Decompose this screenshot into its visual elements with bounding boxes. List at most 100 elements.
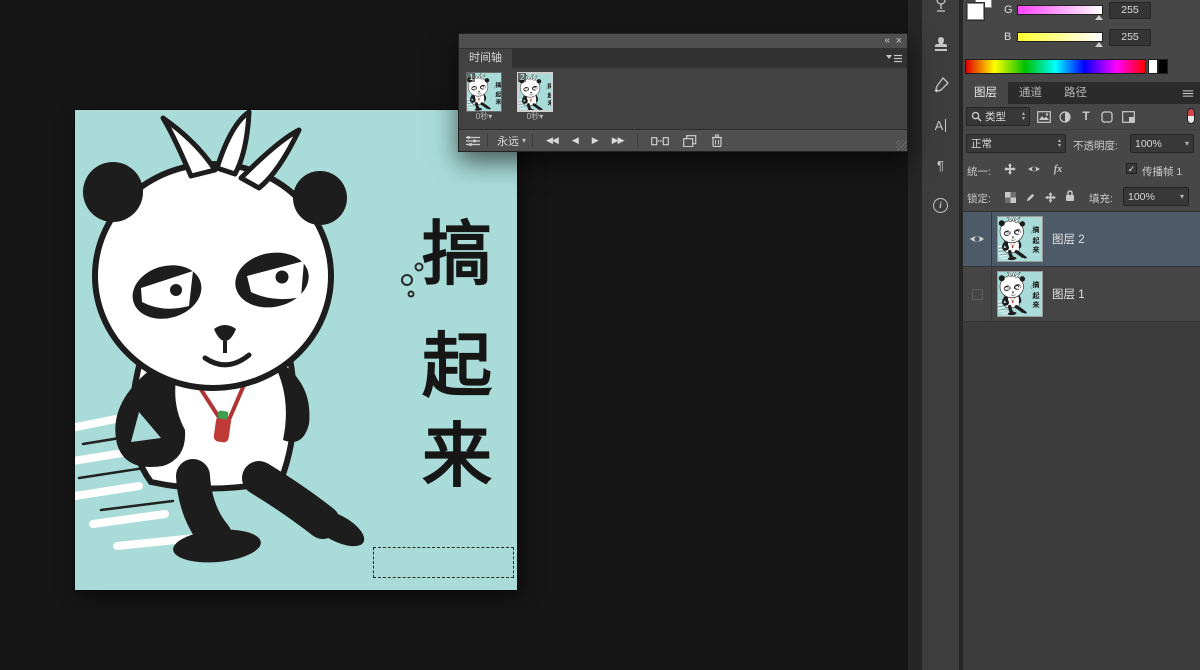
layer-row-2[interactable]: 图层 2 bbox=[963, 212, 1200, 267]
unify-visibility-icon[interactable] bbox=[1025, 160, 1043, 178]
search-icon bbox=[971, 111, 982, 122]
tab-channels[interactable]: 通道 bbox=[1008, 82, 1053, 104]
play-button[interactable]: ▶ bbox=[592, 135, 598, 146]
filter-shape-layers-icon[interactable] bbox=[1098, 108, 1116, 126]
dock-icon-clone-source[interactable] bbox=[922, 26, 959, 64]
eye-hidden-icon bbox=[972, 289, 983, 300]
panel-menu-icon[interactable] bbox=[1181, 89, 1195, 98]
blend-mode-dropdown[interactable]: 正常 ▴▾ bbox=[966, 134, 1066, 153]
frame-delay-dropdown[interactable]: 0秒▾ bbox=[517, 112, 553, 122]
tab-layers[interactable]: 图层 bbox=[963, 82, 1008, 104]
dock-icon-paragraph-panel[interactable]: ¶ bbox=[922, 146, 959, 184]
convert-to-video-timeline-icon[interactable] bbox=[465, 135, 481, 147]
frame-number: 2 bbox=[518, 73, 526, 82]
blend-mode-row: 正常 ▴▾ 不透明度: 100% ▾ bbox=[963, 130, 1200, 157]
lock-all-icon[interactable] bbox=[1061, 187, 1079, 205]
first-frame-button[interactable]: ◀◀ bbox=[546, 135, 558, 146]
lock-label: 锁定: bbox=[967, 191, 991, 206]
filter-pixel-layers-icon[interactable] bbox=[1035, 108, 1053, 126]
propagate-frame-label: 传播帧 1 bbox=[1142, 164, 1182, 179]
next-frame-button[interactable]: ▶▶ bbox=[612, 135, 624, 146]
unify-row: 统一: fx ✓ 传播帧 1 bbox=[963, 157, 1200, 182]
animation-frames: 1 0秒▾ 2 0秒▾ bbox=[459, 68, 907, 129]
unify-label: 统一: bbox=[967, 164, 991, 179]
visibility-toggle[interactable] bbox=[963, 212, 992, 267]
layer-thumbnail[interactable] bbox=[997, 271, 1043, 317]
propagate-frame-checkbox[interactable]: ✓ bbox=[1126, 163, 1137, 174]
delete-frame-button[interactable] bbox=[711, 134, 723, 147]
panel-tab-strip: 图层 通道 路径 bbox=[963, 82, 1200, 104]
divider bbox=[532, 134, 533, 147]
foreground-color-swatch[interactable] bbox=[967, 3, 984, 20]
lock-transparency-icon[interactable] bbox=[1001, 188, 1019, 206]
tab-timeline[interactable]: 时间轴 bbox=[459, 49, 512, 68]
collapse-panel-icon[interactable]: « bbox=[884, 34, 890, 48]
chevron-down-icon: ▾ bbox=[1180, 192, 1184, 201]
fill-dropdown[interactable]: 100% ▾ bbox=[1123, 187, 1189, 206]
blue-slider-thumb[interactable] bbox=[1095, 42, 1103, 47]
frame-number: 1 bbox=[467, 73, 475, 82]
black-swatch[interactable] bbox=[1158, 59, 1168, 74]
visibility-toggle[interactable] bbox=[963, 267, 992, 322]
opacity-dropdown[interactable]: 100% ▾ bbox=[1130, 134, 1194, 153]
layer-name[interactable]: 图层 2 bbox=[1052, 231, 1085, 247]
eye-icon bbox=[969, 233, 985, 245]
panel-dock: A ¶ i G 255 B 255 图层 通道 bbox=[908, 0, 1200, 670]
divider bbox=[487, 134, 488, 147]
dock-icon-brush-presets[interactable] bbox=[922, 66, 959, 104]
green-channel-label: G bbox=[1004, 4, 1013, 16]
panel-column: G 255 B 255 图层 通道 路径 bbox=[963, 0, 1200, 670]
timeline-tab-strip: 时间轴 bbox=[459, 49, 907, 68]
dock-icon-info-panel[interactable]: i bbox=[922, 186, 959, 224]
document-canvas[interactable] bbox=[75, 110, 517, 590]
color-spectrum-ramp[interactable] bbox=[965, 59, 1146, 74]
loop-option-dropdown[interactable]: 永远 ▾ bbox=[494, 133, 526, 149]
timeline-panel: « × 时间轴 1 0秒▾ 2 0秒▾ bbox=[458, 33, 908, 152]
lock-position-icon[interactable] bbox=[1041, 188, 1059, 206]
resize-grip[interactable] bbox=[896, 140, 907, 151]
layer-thumbnail[interactable] bbox=[997, 216, 1043, 262]
tab-paths[interactable]: 路径 bbox=[1053, 82, 1098, 104]
color-panel: G 255 B 255 bbox=[963, 0, 1200, 82]
opacity-label: 不透明度: bbox=[1073, 138, 1118, 153]
timeline-titlebar[interactable]: « × bbox=[459, 34, 907, 49]
layer-row-1[interactable]: 图层 1 bbox=[963, 267, 1200, 322]
fill-label: 填充: bbox=[1089, 191, 1113, 206]
chevron-down-icon: ▾ bbox=[522, 136, 526, 145]
dock-icon-character-panel[interactable]: A bbox=[922, 106, 959, 144]
animation-frame-2[interactable]: 2 0秒▾ bbox=[517, 72, 557, 129]
filter-adjustment-layers-icon[interactable] bbox=[1056, 108, 1074, 126]
panda-artwork bbox=[75, 110, 517, 590]
close-panel-icon[interactable]: × bbox=[896, 34, 902, 48]
layer-name[interactable]: 图层 1 bbox=[1052, 286, 1085, 302]
tween-frames-button[interactable] bbox=[651, 135, 669, 147]
selection-marquee[interactable] bbox=[373, 547, 514, 578]
unify-position-icon[interactable] bbox=[1001, 160, 1019, 178]
filter-type-layers-icon[interactable]: T bbox=[1077, 107, 1095, 125]
divider bbox=[637, 134, 638, 147]
unify-style-icon[interactable]: fx bbox=[1049, 160, 1067, 178]
panel-menu-icon[interactable] bbox=[886, 54, 902, 63]
blue-value-field[interactable]: 255 bbox=[1109, 29, 1151, 46]
frame-delay-dropdown[interactable]: 0秒▾ bbox=[466, 112, 502, 122]
green-channel-slider[interactable] bbox=[1017, 5, 1103, 15]
dock-icon-tool-presets[interactable] bbox=[922, 0, 959, 22]
animation-frame-1[interactable]: 1 0秒▾ bbox=[466, 72, 506, 129]
filter-smart-objects-icon[interactable] bbox=[1119, 108, 1137, 126]
layer-filter-row: 类型 ▴▾ T bbox=[963, 104, 1200, 130]
green-value-field[interactable]: 255 bbox=[1109, 2, 1151, 19]
timeline-controls: 永远 ▾ ◀◀ ◀ ▶ ▶▶ bbox=[459, 129, 907, 151]
blue-channel-label: B bbox=[1004, 31, 1011, 43]
lock-row: 锁定: 填充: 100% ▾ bbox=[963, 182, 1200, 212]
collapsed-panel-strip: A ¶ i bbox=[922, 0, 959, 670]
duplicate-frame-button[interactable] bbox=[683, 135, 697, 147]
layer-list: 图层 2 图层 1 bbox=[963, 212, 1200, 670]
chevron-down-icon: ▾ bbox=[1185, 139, 1189, 148]
blue-channel-slider[interactable] bbox=[1017, 32, 1103, 42]
layer-filter-toggle[interactable] bbox=[1187, 108, 1195, 124]
previous-frame-button[interactable]: ◀ bbox=[572, 135, 578, 146]
green-slider-thumb[interactable] bbox=[1095, 15, 1103, 20]
lock-pixels-icon[interactable] bbox=[1021, 188, 1039, 206]
filter-type-dropdown[interactable]: 类型 ▴▾ bbox=[966, 107, 1030, 126]
white-swatch[interactable] bbox=[1148, 59, 1158, 74]
